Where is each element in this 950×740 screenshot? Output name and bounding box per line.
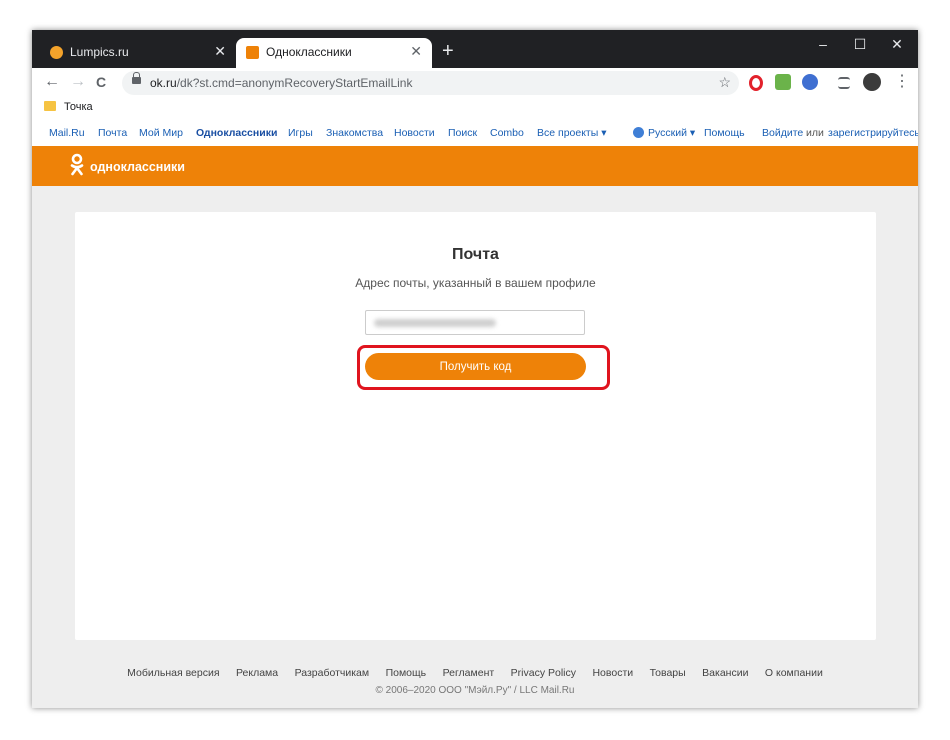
portal-link-moy-mir[interactable]: Мой Мир [139,127,183,139]
footer-link-developers[interactable]: Разработчикам [295,667,370,679]
footer-link-help[interactable]: Помощь [386,667,427,679]
close-tab-icon[interactable]: ✕ [214,43,226,59]
page-content: Mail.Ru Почта Мой Мир Одноклассники Игры… [32,118,918,708]
address-bar[interactable]: ok.ru/dk?st.cmd=anonymRecoveryStartEmail… [122,71,739,95]
tab-title: Lumpics.ru [70,45,129,59]
forward-icon[interactable]: → [70,72,86,92]
url-text: ok.ru/dk?st.cmd=anonymRecoveryStartEmail… [150,76,413,90]
footer-link-privacy[interactable]: Privacy Policy [511,667,576,679]
back-icon[interactable]: ← [44,72,60,92]
portal-help[interactable]: Помощь [704,127,745,139]
portal-link-pochta[interactable]: Почта [98,127,127,139]
close-tab-icon[interactable]: ✕ [410,43,422,59]
footer-link-about[interactable]: О компании [765,667,823,679]
register-link[interactable]: зарегистрируйтесь [828,127,918,139]
ok-favicon-icon [246,46,259,59]
music-extension-icon[interactable] [775,74,791,90]
footer-links: Мобильная версия Реклама Разработчикам П… [32,663,918,681]
reload-icon[interactable]: C [96,72,106,92]
footer-link-news[interactable]: Новости [592,667,633,679]
portal-link-poisk[interactable]: Поиск [448,127,477,139]
portal-link-odnoklassniki[interactable]: Одноклассники [196,127,277,139]
portal-all-projects[interactable]: Все проекты ▾ [537,127,606,139]
minimize-button[interactable]: – [808,34,838,54]
footer-link-regulations[interactable]: Регламент [443,667,495,679]
footer-link-mobile[interactable]: Мобильная версия [127,667,219,679]
portal-link-znakomstva[interactable]: Знакомства [326,127,383,139]
footer-link-ads[interactable]: Реклама [236,667,278,679]
footer-link-goods[interactable]: Товары [650,667,686,679]
blurred-email-value [374,319,496,327]
toolbar: ← → C ok.ru/dk?st.cmd=anonymRecoveryStar… [32,68,918,98]
new-tab-button[interactable]: + [442,41,454,61]
login-link[interactable]: Войдите [762,127,803,139]
opera-extension-icon[interactable] [749,75,763,91]
site-header: одноклассники [32,146,918,186]
tab-lumpics[interactable]: Lumpics.ru ✕ [40,38,236,68]
maximize-button[interactable]: ☐ [845,34,875,54]
portal-link-igry[interactable]: Игры [288,127,313,139]
lock-icon [132,72,141,84]
get-code-button[interactable]: Получить код [365,353,586,380]
or-text: или [806,127,824,139]
close-window-button[interactable]: ✕ [882,34,912,54]
folder-icon [44,101,56,111]
portal-link-combo[interactable]: Combo [490,127,524,139]
browser-window: Lumpics.ru ✕ Одноклассники ✕ + – ☐ ✕ ← →… [32,30,918,708]
language-selector[interactable]: Русский ▾ [648,127,695,139]
page-title: Почта [452,246,499,263]
portal-link-novosti[interactable]: Новости [394,127,435,139]
globe-icon [633,127,644,138]
reading-list-icon[interactable] [838,77,850,89]
portal-nav: Mail.Ru Почта Мой Мир Одноклассники Игры… [32,118,918,146]
copyright: © 2006–2020 ООО "Мэйл.Ру" / LLC Mail.Ru [375,685,575,696]
ok-logo-icon[interactable] [70,153,84,177]
vpn-extension-icon[interactable] [802,74,818,90]
footer-link-vacancies[interactable]: Вакансии [702,667,748,679]
profile-avatar[interactable] [863,73,881,91]
title-bar: Lumpics.ru ✕ Одноклассники ✕ + – ☐ ✕ [32,30,918,68]
bookmark-tochka[interactable]: Точка [64,101,93,113]
lumpics-favicon-icon [50,46,63,59]
recovery-card: Почта Адрес почты, указанный в вашем про… [75,212,876,640]
tab-odnoklassniki[interactable]: Одноклассники ✕ [236,38,432,68]
bookmarks-bar: Точка [32,98,918,118]
tab-title: Одноклассники [266,45,352,59]
form-subtitle: Адрес почты, указанный в вашем профиле [355,276,596,290]
logo-text[interactable]: одноклассники [90,160,185,174]
menu-icon[interactable]: ⋮ [894,72,910,92]
portal-link-mailru[interactable]: Mail.Ru [49,127,85,139]
email-field[interactable] [365,310,585,335]
bookmark-star-icon[interactable]: ☆ [718,74,731,91]
